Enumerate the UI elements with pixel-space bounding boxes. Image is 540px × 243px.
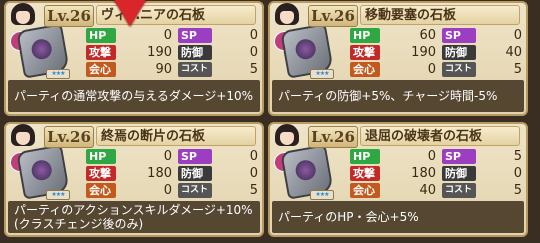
sp-value: 0 xyxy=(513,28,522,43)
cost-value: 5 xyxy=(249,183,258,198)
sp-label: SP xyxy=(442,149,476,164)
character-avatar xyxy=(272,3,302,29)
level-badge: Lv.26 xyxy=(308,5,358,27)
defense-label: 防御 xyxy=(442,166,476,181)
character-avatar xyxy=(8,3,38,29)
level-badge: Lv.26 xyxy=(44,5,94,27)
crit-value: 0 xyxy=(163,183,172,198)
defense-value: 40 xyxy=(505,45,522,60)
cost-value: 5 xyxy=(249,62,258,77)
tablet-effect-description: パーティのHP・会心+5% xyxy=(272,201,524,233)
tablet-name: 移動要塞の石板 xyxy=(360,5,520,25)
hp-value: 60 xyxy=(419,28,436,43)
tablet-effect-description: パーティの防御+5%、チャージ時間-5% xyxy=(272,80,524,112)
attack-label: 攻撃 xyxy=(350,45,380,60)
cost-label: コスト xyxy=(178,62,212,77)
defense-label: 防御 xyxy=(442,45,476,60)
stats-panel: HP 0 SP 0 攻撃 180 防御 0 会心 0 コスト 5 xyxy=(86,149,262,200)
tablet-name: 退屈の破壊者の石板 xyxy=(360,126,520,146)
sp-value: 5 xyxy=(513,149,522,164)
crit-label: 会心 xyxy=(350,183,380,198)
attack-label: 攻撃 xyxy=(350,166,380,181)
crit-label: 会心 xyxy=(86,62,116,77)
hp-value: 0 xyxy=(427,149,436,164)
cost-value: 5 xyxy=(513,62,522,77)
crit-value: 40 xyxy=(419,183,436,198)
tablet-card[interactable]: 1 ★★★ Lv.26 移動要塞の石板 HP 60 SP 0 攻撃 190 防御… xyxy=(268,1,528,116)
level-badge: Lv.26 xyxy=(44,126,94,148)
defense-value: 0 xyxy=(249,45,258,60)
sp-value: 0 xyxy=(249,28,258,43)
cost-value: 5 xyxy=(513,183,522,198)
attack-value: 190 xyxy=(411,45,436,60)
sp-label: SP xyxy=(442,28,476,43)
hp-value: 0 xyxy=(163,149,172,164)
level-badge: Lv.26 xyxy=(308,126,358,148)
attack-label: 攻撃 xyxy=(86,45,116,60)
attack-label: 攻撃 xyxy=(86,166,116,181)
crit-value: 90 xyxy=(155,62,172,77)
stats-panel: HP 60 SP 0 攻撃 190 防御 40 会心 0 コスト 5 xyxy=(350,28,526,79)
crit-value: 0 xyxy=(427,62,436,77)
crit-label: 会心 xyxy=(86,183,116,198)
cost-label: コスト xyxy=(178,183,212,198)
tablet-card[interactable]: 1 ★★★ Lv.26 退屈の破壊者の石板 HP 0 SP 5 攻撃 180 防… xyxy=(268,122,528,237)
tablet-name: 終焉の断片の石板 xyxy=(96,126,256,146)
tablet-card[interactable]: 1 ★★★ Lv.26 終焉の断片の石板 HP 0 SP 0 攻撃 180 防御… xyxy=(4,122,264,237)
sp-label: SP xyxy=(178,28,212,43)
defense-value: 0 xyxy=(249,166,258,181)
hp-label: HP xyxy=(350,149,380,164)
stats-panel: HP 0 SP 5 攻撃 180 防御 0 会心 40 コスト 5 xyxy=(350,149,526,200)
attack-value: 180 xyxy=(411,166,436,181)
rarity-stars: ★★★ xyxy=(310,190,334,200)
hp-label: HP xyxy=(86,149,116,164)
defense-label: 防御 xyxy=(178,166,212,181)
stats-panel: HP 0 SP 0 攻撃 190 防御 0 会心 90 コスト 5 xyxy=(86,28,262,79)
tablet-effect-description: パーティのアクションスキルダメージ+10% (クラスチェンジ後のみ) xyxy=(8,201,260,233)
rarity-stars: ★★★ xyxy=(310,69,334,79)
attack-value: 190 xyxy=(147,45,172,60)
rarity-stars: ★★★ xyxy=(46,69,70,79)
cost-label: コスト xyxy=(442,62,476,77)
defense-value: 0 xyxy=(513,166,522,181)
crit-label: 会心 xyxy=(350,62,380,77)
sp-label: SP xyxy=(178,149,212,164)
defense-label: 防御 xyxy=(178,45,212,60)
hp-value: 0 xyxy=(163,28,172,43)
attack-value: 180 xyxy=(147,166,172,181)
tablet-effect-description: パーティの通常攻撃の与えるダメージ+10% xyxy=(8,80,260,112)
hp-label: HP xyxy=(350,28,380,43)
hp-label: HP xyxy=(86,28,116,43)
pointer-arrow-icon xyxy=(112,0,148,26)
rarity-stars: ★★★ xyxy=(46,190,70,200)
cost-label: コスト xyxy=(442,183,476,198)
sp-value: 0 xyxy=(249,149,258,164)
character-avatar xyxy=(8,124,38,150)
character-avatar xyxy=(272,124,302,150)
